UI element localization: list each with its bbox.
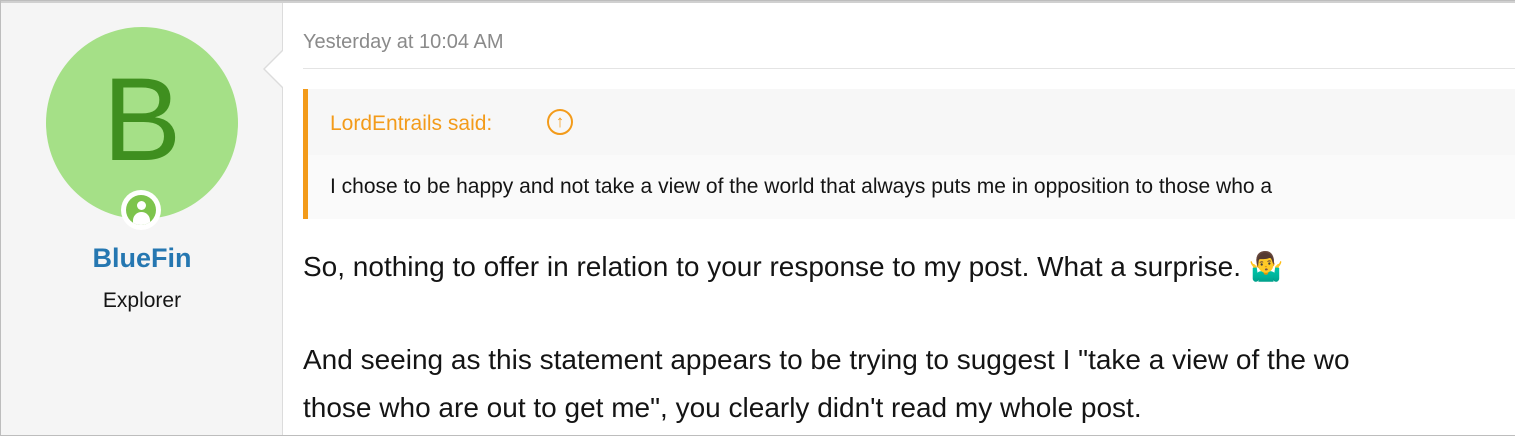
post-date-link[interactable]: Yesterday at 10:04 AM xyxy=(303,31,504,54)
post-body-line: those who are out to get me", you clearl… xyxy=(303,392,1142,423)
quote-block: LordEntrails said: ↑ I chose to be happy… xyxy=(303,89,1515,219)
username-link[interactable]: BlueFin xyxy=(1,243,283,274)
arrow-up-circle-icon[interactable]: ↑ xyxy=(547,109,573,135)
post-user-column: B BlueFin Explorer xyxy=(1,3,283,435)
quote-header: LordEntrails said: ↑ xyxy=(308,89,1515,155)
post-body-text: So, nothing to offer in relation to your… xyxy=(303,251,1241,282)
post-body-line: And seeing as this statement appears to … xyxy=(303,344,1350,375)
online-status-icon xyxy=(121,190,161,230)
post-pointer xyxy=(265,50,284,88)
quote-author-link[interactable]: LordEntrails said: xyxy=(330,112,492,136)
post-container: B BlueFin Explorer Yesterday at 10:04 AM… xyxy=(0,0,1515,436)
user-title: Explorer xyxy=(102,289,182,312)
shrug-emoji-icon: 🤷‍♂️ xyxy=(1248,251,1284,282)
post-body-line: So, nothing to offer in relation to your… xyxy=(303,250,1284,283)
avatar-letter: B xyxy=(102,54,182,186)
divider xyxy=(303,68,1515,69)
quote-text: I chose to be happy and not take a view … xyxy=(330,175,1273,198)
user-online-icon xyxy=(126,195,156,225)
